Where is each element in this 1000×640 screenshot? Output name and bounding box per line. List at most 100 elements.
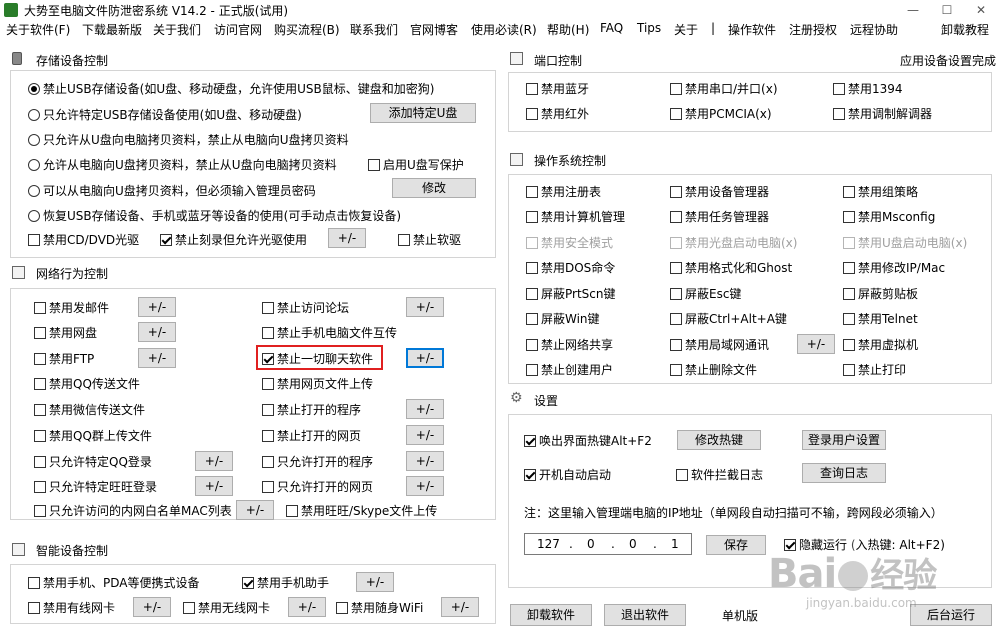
net-right-7[interactable]: 只允许打开的网页 [262,480,373,494]
smart-wireless-nic-checkbox[interactable]: 禁用无线网卡 [183,601,270,615]
ftp-plusminus-button[interactable]: +/- [138,348,176,368]
port-1394-checkbox[interactable]: 禁用1394 [833,82,903,96]
port-serial-checkbox[interactable]: 禁用串口/并口(x) [670,82,778,96]
os-ip-mac[interactable]: 禁用修改IP/Mac [843,261,945,275]
port-modem-checkbox[interactable]: 禁用调制解调器 [833,107,932,121]
os-computer-mgmt[interactable]: 禁用计算机管理 [526,210,625,224]
burn-checkbox[interactable]: 禁止刻录但允许光驱使用 [160,233,307,247]
net-left-4[interactable]: 禁用微信传送文件 [34,403,145,417]
os-ctrl-alt-a[interactable]: 屏蔽Ctrl+Alt+A键 [670,312,787,326]
usb-option-write-only[interactable]: 允许从电脑向U盘拷贝资料，禁止从U盘向电脑拷贝资料 [28,158,337,172]
net-right-2[interactable]: 禁止一切聊天软件 [262,352,373,366]
net-left-2[interactable]: 禁用FTP [34,352,94,366]
port-bluetooth-checkbox[interactable]: 禁用蓝牙 [526,82,589,96]
chat-plusminus-button[interactable]: +/- [406,348,444,368]
wireless-nic-plusminus-button[interactable]: +/- [288,597,326,617]
net-left-6[interactable]: 只允许特定QQ登录 [34,455,152,469]
wangwang-login-plusminus-button[interactable]: +/- [195,476,233,496]
qq-login-plusminus-button[interactable]: +/- [195,451,233,471]
os-net-share[interactable]: 禁止网络共享 [526,338,613,352]
exit-button[interactable]: 退出软件 [604,604,686,626]
wired-nic-plusminus-button[interactable]: +/- [133,597,171,617]
menu-blog[interactable]: 官网博客 [410,21,458,38]
menu-download[interactable]: 下载最新版 [82,21,142,38]
usb-option-restore[interactable]: 恢复USB存储设备、手机或蓝牙等设备的使用(可手动点击恢复设备) [28,209,401,223]
menu-purchase[interactable]: 购买流程(B) [274,21,340,38]
smart-portable-checkbox[interactable]: 禁用手机、PDA等便携式设备 [28,576,199,590]
net-right-6[interactable]: 只允许打开的程序 [262,455,373,469]
allow-webpage-plusminus-button[interactable]: +/- [406,476,444,496]
os-telnet[interactable]: 禁用Telnet [843,312,918,326]
intercept-log-checkbox[interactable]: 软件拦截日志 [676,468,763,482]
modify-password-button[interactable]: 修改 [392,178,476,198]
menu-uninstall-guide[interactable]: 卸载教程 [941,21,989,38]
os-task-manager[interactable]: 禁用任务管理器 [670,210,769,224]
smart-wifi-checkbox[interactable]: 禁用随身WiFi [336,601,423,615]
login-user-settings-button[interactable]: 登录用户设置 [802,430,886,450]
add-specific-usb-button[interactable]: 添加特定U盘 [370,103,476,123]
usb-option-password[interactable]: 可以从电脑向U盘拷贝资料，但必须输入管理员密码 [28,184,316,198]
menu-faq[interactable]: FAQ [600,21,623,35]
menu-about-us[interactable]: 关于我们 [153,21,201,38]
menu-contact[interactable]: 联系我们 [350,21,398,38]
net-right-1[interactable]: 禁止手机电脑文件互传 [262,326,397,340]
net-left-0[interactable]: 禁用发邮件 [34,301,109,315]
os-lan-comm[interactable]: 禁用局域网通讯 [670,338,769,352]
menu-tips[interactable]: Tips [637,21,661,35]
net-right-5[interactable]: 禁止打开的网页 [262,429,361,443]
modify-hotkey-button[interactable]: 修改热键 [677,430,761,450]
netdisk-plusminus-button[interactable]: +/- [138,322,176,342]
uninstall-button[interactable]: 卸载软件 [510,604,592,626]
os-msconfig[interactable]: 禁用Msconfig [843,210,935,224]
os-print[interactable]: 禁止打印 [843,363,906,377]
net-right-8[interactable]: 禁用旺旺/Skype文件上传 [286,504,437,518]
net-left-1[interactable]: 禁用网盘 [34,326,97,340]
close-button[interactable]: ✕ [964,0,998,20]
ip-octet-4[interactable]: 1 [671,537,679,551]
os-format-ghost[interactable]: 禁用格式化和Ghost [670,261,792,275]
block-program-plusminus-button[interactable]: +/- [406,399,444,419]
os-delete-file[interactable]: 禁止删除文件 [670,363,757,377]
minimize-button[interactable]: — [896,0,930,20]
save-ip-button[interactable]: 保存 [706,535,766,555]
menu-operate[interactable]: 操作软件 [728,21,776,38]
burn-plusminus-button[interactable]: +/- [328,228,366,248]
port-infrared-checkbox[interactable]: 禁用红外 [526,107,589,121]
usb-option-block-all[interactable]: 禁止USB存储设备(如U盘、移动硬盘，允许使用USB鼠标、键盘和加密狗) [28,82,434,96]
os-group-policy[interactable]: 禁用组策略 [843,185,918,199]
os-prtscn[interactable]: 屏蔽PrtScn键 [526,287,616,301]
allow-program-plusminus-button[interactable]: +/- [406,451,444,471]
ip-octet-2[interactable]: 0 [587,537,595,551]
wifi-plusminus-button[interactable]: +/- [441,597,479,617]
floppy-checkbox[interactable]: 禁止软驱 [398,233,461,247]
autostart-checkbox[interactable]: 开机自动启动 [524,468,611,482]
net-left-7[interactable]: 只允许特定旺旺登录 [34,480,157,494]
email-plusminus-button[interactable]: +/- [138,297,176,317]
menu-help[interactable]: 帮助(H) [547,21,589,38]
usb-write-protect-checkbox[interactable]: 启用U盘写保护 [368,158,464,172]
ip-octet-3[interactable]: 0 [629,537,637,551]
os-vm[interactable]: 禁用虚拟机 [843,338,918,352]
net-right-3[interactable]: 禁用网页文件上传 [262,377,373,391]
query-log-button[interactable]: 查询日志 [802,463,886,483]
lan-comm-plusminus-button[interactable]: +/- [797,334,835,354]
port-pcmcia-checkbox[interactable]: 禁用PCMCIA(x) [670,107,772,121]
menu-must-read[interactable]: 使用必读(R) [471,21,537,38]
cd-dvd-checkbox[interactable]: 禁用CD/DVD光驱 [28,233,139,247]
mac-whitelist-plusminus-button[interactable]: +/- [236,500,274,520]
hotkey-checkbox[interactable]: 唤出界面热键Alt+F2 [524,434,652,448]
menu-remote[interactable]: 远程协助 [850,21,898,38]
ip-octet-1[interactable]: 127 [537,537,560,551]
os-device-manager[interactable]: 禁用设备管理器 [670,185,769,199]
net-right-0[interactable]: 禁止访问论坛 [262,301,349,315]
os-create-user[interactable]: 禁止创建用户 [526,363,613,377]
os-clipboard[interactable]: 屏蔽剪贴板 [843,287,918,301]
menu-about-software[interactable]: 关于软件(F) [6,21,70,38]
forum-plusminus-button[interactable]: +/- [406,297,444,317]
menu-register[interactable]: 注册授权 [789,21,837,38]
block-webpage-plusminus-button[interactable]: +/- [406,425,444,445]
os-win-key[interactable]: 屏蔽Win键 [526,312,600,326]
usb-option-read-only[interactable]: 只允许从U盘向电脑拷贝资料，禁止从电脑向U盘拷贝资料 [28,133,349,147]
smart-wired-nic-checkbox[interactable]: 禁用有线网卡 [28,601,115,615]
net-left-8[interactable]: 只允许访问的内网白名单MAC列表 [34,504,232,518]
